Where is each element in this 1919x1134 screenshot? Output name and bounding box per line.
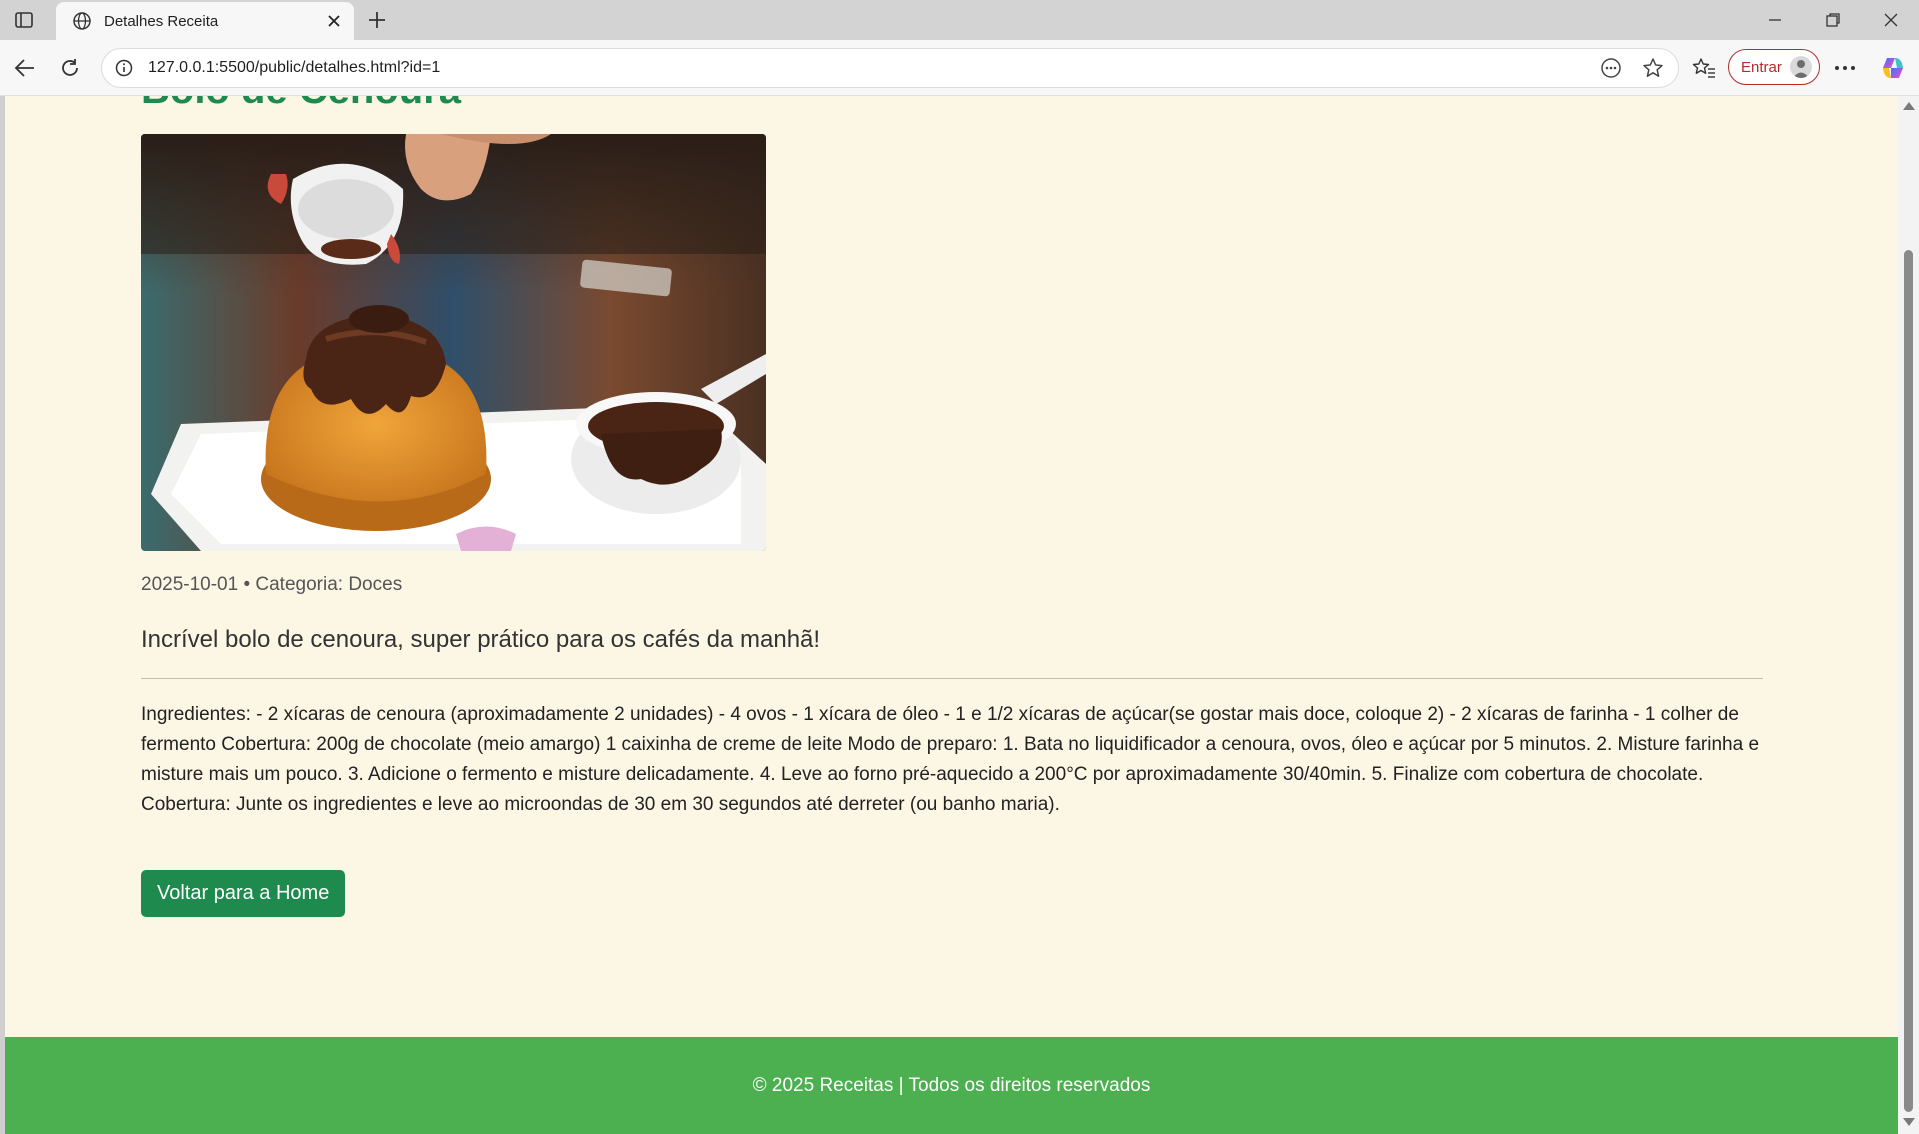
signin-button[interactable]: Entrar [1728, 49, 1820, 85]
minimize-icon[interactable] [1747, 0, 1803, 40]
scroll-thumb[interactable] [1904, 250, 1913, 1112]
url-text[interactable]: 127.0.0.1:5500/public/detalhes.html?id=1 [148, 59, 1594, 77]
scroll-up-arrow[interactable] [1903, 102, 1915, 110]
footer-text: © 2025 Receitas | Todos os direitos rese… [752, 1074, 1151, 1096]
address-bar[interactable]: 127.0.0.1:5500/public/detalhes.html?id=1 [101, 48, 1679, 88]
divider [141, 678, 1763, 679]
close-window-icon[interactable] [1863, 0, 1919, 40]
page-viewport: Bolo de Cenoura [5, 96, 1898, 1134]
globe-icon [72, 11, 92, 31]
tab-title: Detalhes Receita [104, 12, 219, 30]
browser-toolbar: 127.0.0.1:5500/public/detalhes.html?id=1… [0, 40, 1919, 96]
page-footer: © 2025 Receitas | Todos os direitos rese… [5, 1037, 1898, 1134]
recipe-lead: Incrível bolo de cenoura, super prático … [141, 626, 821, 653]
recipe-title: Bolo de Cenoura [141, 96, 461, 113]
scrollbar[interactable] [1898, 96, 1919, 1134]
copilot-icon[interactable] [1878, 53, 1908, 83]
browser-tab[interactable]: Detalhes Receita [56, 2, 354, 40]
plus-icon[interactable] [364, 7, 390, 33]
recipe-meta: 2025-10-01 • Categoria: Doces [141, 574, 403, 595]
more-icon[interactable] [1830, 53, 1860, 83]
browser-titlebar: Detalhes Receita [0, 0, 1919, 40]
info-icon[interactable] [114, 58, 134, 78]
avatar-icon [1789, 56, 1812, 78]
recipe-photo [141, 134, 766, 551]
close-icon[interactable] [324, 11, 344, 31]
tab-actions-icon[interactable] [12, 9, 36, 31]
reader-icon[interactable] [1594, 53, 1628, 83]
signin-label: Entrar [1741, 58, 1782, 76]
back-icon[interactable] [10, 53, 40, 83]
recipe-body: Ingredientes: - 2 xícaras de cenoura (ap… [141, 704, 1760, 815]
refresh-icon[interactable] [55, 53, 85, 83]
back-home-button[interactable]: Voltar para a Home [141, 870, 346, 917]
star-icon[interactable] [1636, 53, 1670, 83]
scroll-down-arrow[interactable] [1903, 1118, 1915, 1126]
restore-icon[interactable] [1805, 0, 1861, 40]
favorites-icon[interactable] [1689, 53, 1719, 83]
